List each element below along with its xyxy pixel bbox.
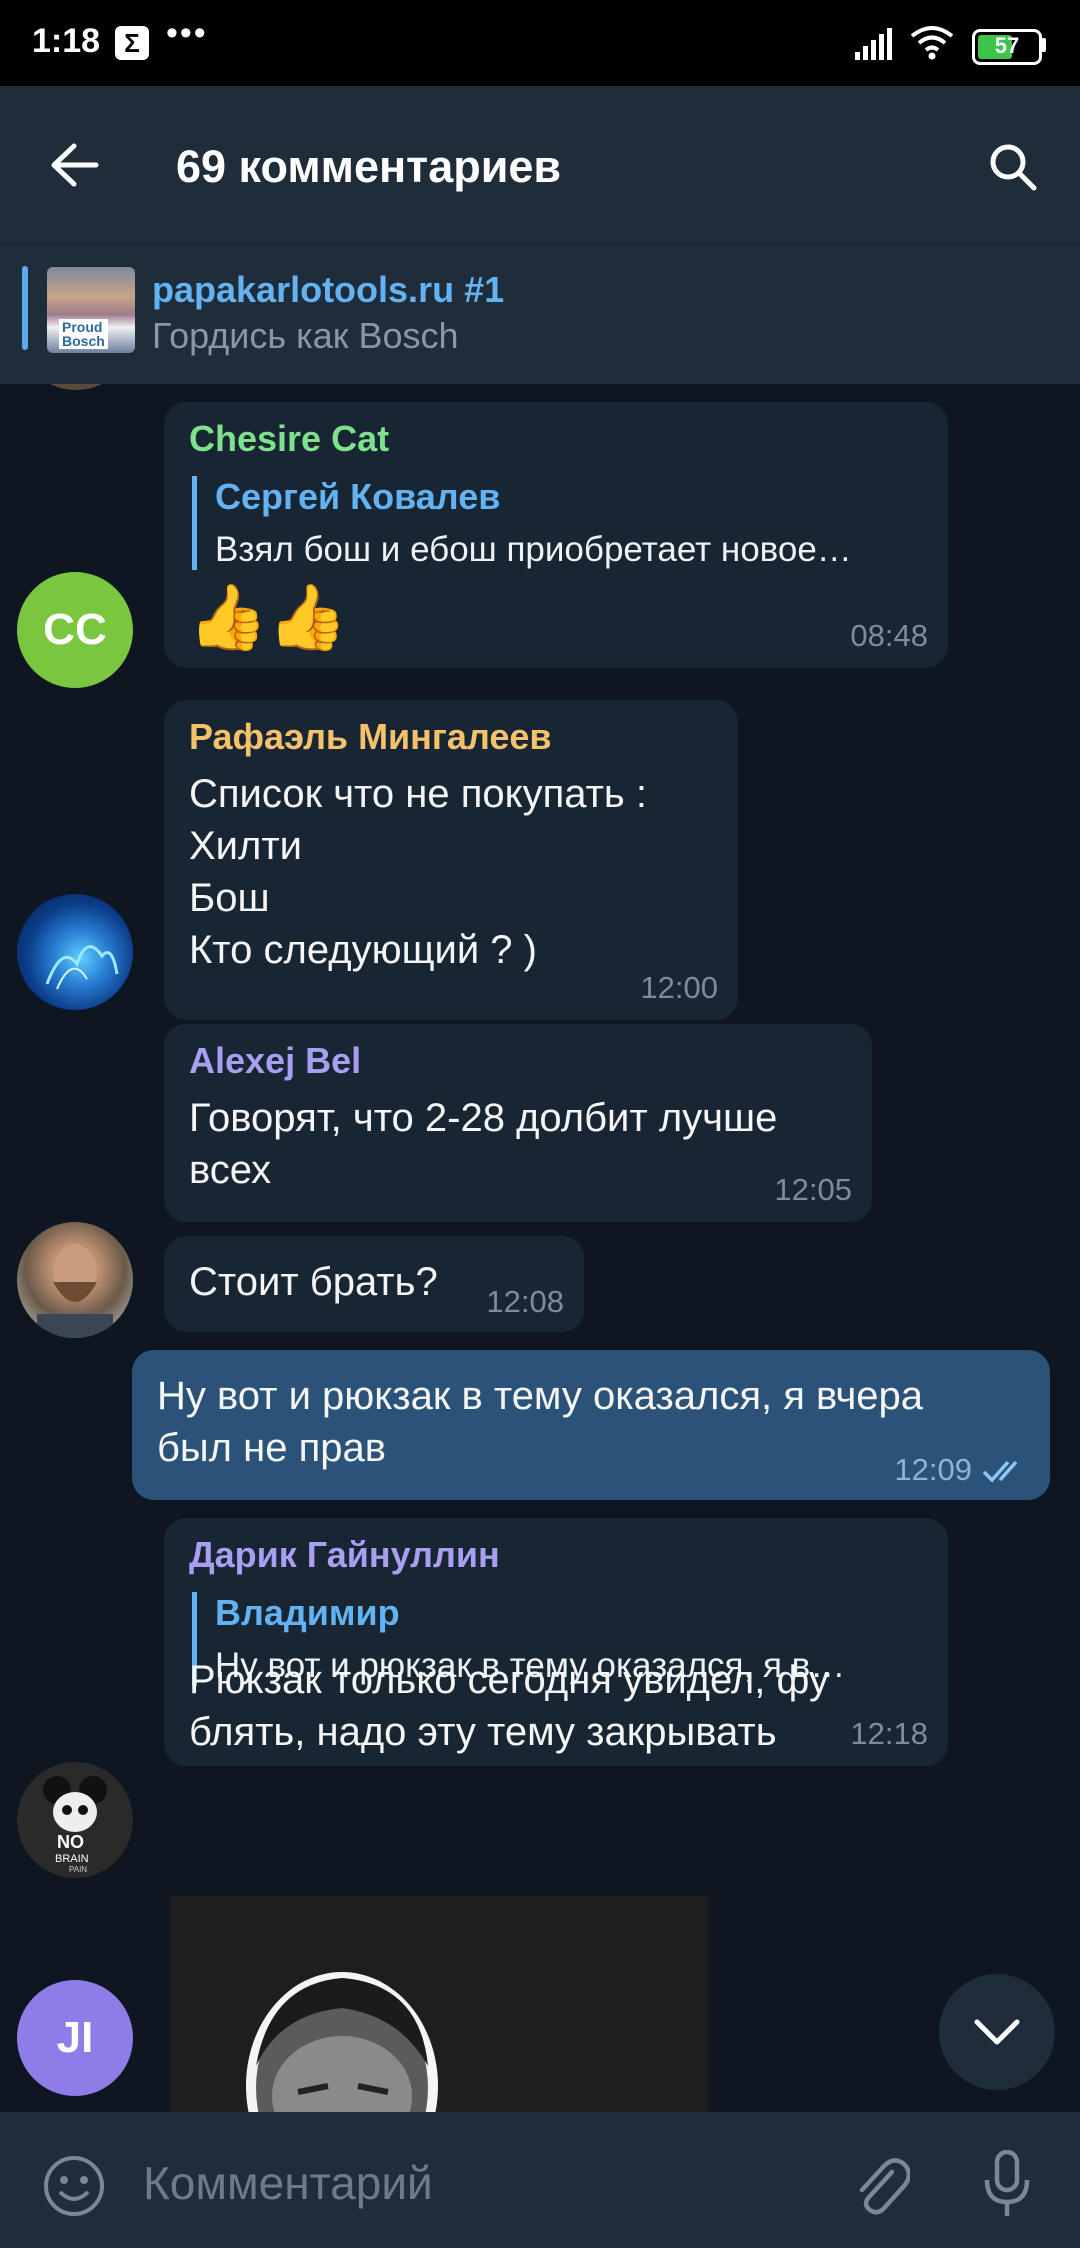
smile-icon[interactable] [42, 2154, 106, 2218]
message-bubble[interactable]: Дарик Гайнуллин Владимир Ну вот и рюкзак… [164, 1518, 948, 1766]
status-bar: 1:18 Σ ••• 57 [0, 0, 1080, 86]
message-list[interactable]: Chesire Cat Сергей Ковалев Взял бош и еб… [0, 384, 1080, 2112]
chat-header: 69 комментариев [0, 86, 1080, 244]
message-bubble[interactable]: Рафаэль Мингалеев Список что не покупать… [164, 700, 738, 1020]
avatar-initials: JI [56, 2013, 94, 2062]
message-bubble[interactable]: Стоит брать? 12:08 [164, 1236, 584, 1332]
message-text: Стоит брать? [189, 1260, 438, 1304]
message-time: 12:08 [486, 1284, 564, 1319]
pinned-subtitle: Гордись как Bosch [152, 315, 459, 356]
battery-tip [1041, 38, 1046, 52]
reply-author: Владимир [215, 1592, 400, 1633]
battery-icon: 57 [972, 29, 1042, 65]
message-time: 12:05 [774, 1172, 852, 1207]
pinned-thumbnail: Proud Bosch [47, 267, 135, 353]
message-author[interactable]: Рафаэль Мингалеев [189, 716, 552, 758]
avatar[interactable] [17, 894, 133, 1010]
message-time: 08:48 [850, 618, 928, 653]
message-text: Ну вот и рюкзак в тему оказался, я вчера… [157, 1374, 924, 1470]
message-text: Список что не покупать : Хилти Бош Кто с… [189, 772, 647, 972]
no-brain-logo: NO BRAIN PAIN [43, 1776, 107, 1874]
reply-author: Сергей Ковалев [215, 476, 501, 517]
message-text: Говорят, что 2-28 долбит лучше всех [189, 1096, 778, 1192]
scroll-down-button[interactable] [939, 1974, 1055, 2090]
svg-text:PAIN: PAIN [69, 1865, 87, 1874]
message-author[interactable]: Chesire Cat [189, 418, 389, 460]
avatar[interactable] [17, 1222, 133, 1338]
reply-text: Взял бош и ебош приобретает новое… [215, 530, 852, 569]
chevron-down-icon [974, 2019, 1020, 2045]
paperclip-icon[interactable] [852, 2152, 910, 2216]
more-notifications-icon: ••• [166, 14, 208, 52]
pinned-accent-bar [22, 266, 28, 350]
message-bubble[interactable]: Chesire Cat Сергей Ковалев Взял бош и еб… [164, 402, 948, 668]
message-bubble[interactable]: Alexej Bel Говорят, что 2-28 долбит лучш… [164, 1024, 872, 1222]
message-time: 12:18 [850, 1716, 928, 1751]
message-time: 12:00 [640, 970, 718, 1005]
arrow-left-icon[interactable] [50, 142, 100, 188]
message-time: 12:09 [894, 1452, 972, 1487]
person-photo [37, 1244, 113, 1338]
reply-quote[interactable]: Сергей Ковалев Взял бош и ебош приобрета… [192, 476, 852, 570]
svg-text:NO: NO [57, 1832, 84, 1852]
page-title: 69 комментариев [176, 141, 562, 192]
avatar[interactable]: CC [17, 572, 133, 688]
clock: 1:18 [32, 22, 101, 60]
search-icon[interactable] [988, 142, 1038, 192]
avatar[interactable]: JI [17, 1980, 133, 2096]
coral-image [45, 945, 119, 990]
svg-text:BRAIN: BRAIN [55, 1853, 89, 1865]
message-author[interactable]: Дарик Гайнуллин [189, 1534, 500, 1576]
double-check-icon [982, 1460, 1018, 1483]
avatar[interactable]: NO BRAIN PAIN [17, 1762, 133, 1878]
avatar[interactable] [18, 384, 134, 390]
battery-level: 57 [994, 33, 1020, 58]
message-bubble-outgoing[interactable]: Ну вот и рюкзак в тему оказался, я вчера… [132, 1350, 1050, 1500]
photo-image [246, 1972, 438, 2112]
sigma-icon: Σ [115, 26, 149, 60]
message-text: 👍👍 [188, 581, 348, 653]
pinned-post[interactable]: Proud Bosch papakarlotools.ru #1 Гордись… [0, 244, 1080, 385]
avatar-initials: CC [43, 605, 107, 654]
message-text: Рюкзак только сегодня увидел, фу блять, … [189, 1658, 829, 1754]
message-author[interactable]: Alexej Bel [189, 1040, 361, 1082]
microphone-icon[interactable] [982, 2150, 1032, 2220]
signal-icon [855, 28, 892, 60]
pinned-title: papakarlotools.ru #1 [152, 269, 505, 310]
comment-input[interactable]: Комментарий [143, 2156, 433, 2210]
photo-message[interactable] [170, 1896, 708, 2112]
thumb-text: Proud Bosch [59, 319, 108, 349]
comment-input-bar: Комментарий [0, 2112, 1080, 2248]
wifi-icon [910, 26, 954, 60]
